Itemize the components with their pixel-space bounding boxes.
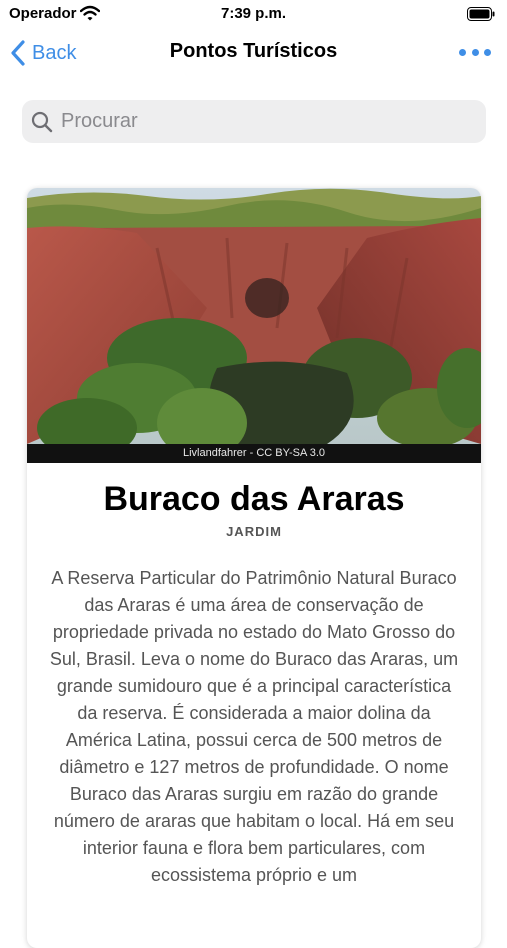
status-bar: Operador 7:39 p.m. bbox=[0, 0, 507, 28]
clock: 7:39 p.m. bbox=[220, 5, 287, 22]
more-icon[interactable] bbox=[459, 46, 491, 58]
search-icon bbox=[31, 111, 53, 132]
place-region: JARDIM bbox=[226, 524, 282, 539]
search-input[interactable] bbox=[59, 109, 463, 134]
search-bar[interactable] bbox=[22, 100, 486, 143]
place-card[interactable]: Livlandfahrer - CC BY-SA 3.0 Buraco das … bbox=[27, 188, 481, 948]
page-title: Pontos Turísticos bbox=[169, 40, 338, 62]
place-photo bbox=[27, 188, 481, 444]
place-name: Buraco das Araras bbox=[103, 480, 405, 518]
battery-icon bbox=[467, 7, 495, 21]
navigation-bar: Back Pontos Turísticos bbox=[0, 28, 507, 78]
photo-credit: Livlandfahrer - CC BY-SA 3.0 bbox=[27, 444, 481, 463]
place-description: A Reserva Particular do Patrimônio Natur… bbox=[49, 568, 459, 885]
